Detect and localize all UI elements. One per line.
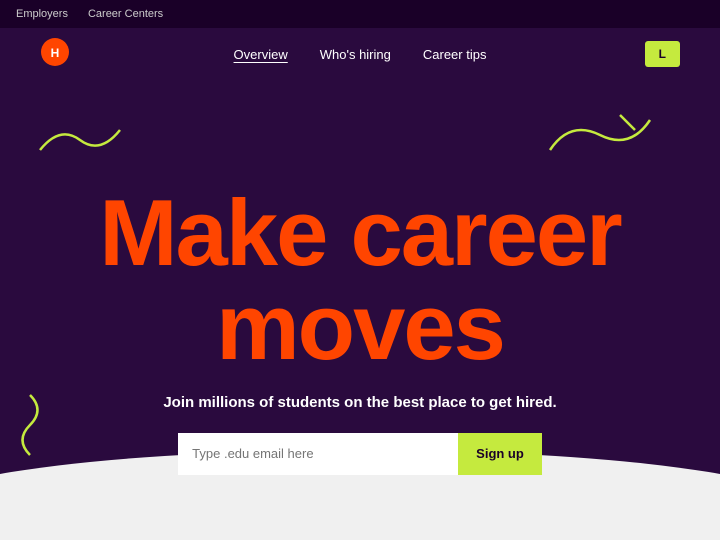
logo-icon: H: [40, 37, 70, 67]
hero-section: Make career moves Join millions of stude…: [0, 80, 720, 540]
topbar-item-employers[interactable]: Employers: [16, 8, 68, 20]
nav-link-career-tips[interactable]: Career tips: [423, 47, 487, 62]
hero-subtitle: Join millions of students on the best pl…: [163, 394, 556, 411]
hero-title: Make career moves: [99, 186, 621, 374]
hero-form: Sign up: [178, 433, 542, 475]
squiggle-top-right-icon: [540, 110, 660, 160]
svg-text:H: H: [51, 46, 60, 60]
nav-link-whos-hiring[interactable]: Who's hiring: [320, 47, 391, 62]
squiggle-top-left-icon: [30, 120, 130, 160]
email-input[interactable]: [178, 433, 458, 475]
squiggle-bottom-left-icon: [10, 390, 50, 460]
main-nav: H Overview Who's hiring Career tips L: [0, 28, 720, 80]
nav-cta-button[interactable]: L: [645, 41, 680, 67]
logo[interactable]: H: [40, 37, 70, 72]
nav-link-overview[interactable]: Overview: [234, 47, 288, 62]
nav-links: Overview Who's hiring Career tips: [234, 47, 487, 62]
signup-button[interactable]: Sign up: [458, 433, 542, 475]
top-bar: Employers Career Centers: [0, 0, 720, 28]
topbar-item-career-centers[interactable]: Career Centers: [88, 8, 163, 20]
